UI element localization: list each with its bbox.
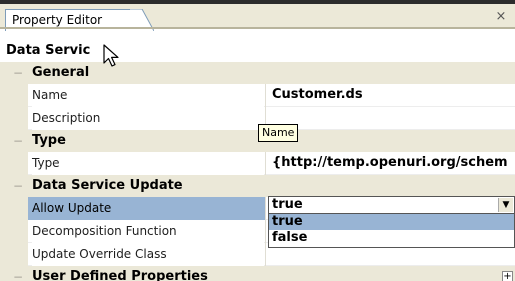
panel-title: Data Servic [0,41,515,63]
property-name: Allow Update [28,197,265,220]
collapse-icon[interactable]: − [13,62,23,84]
property-name: Update Override Class [32,243,264,266]
property-name: Name [32,84,264,107]
column-divider [265,84,266,107]
dropdown-option-true[interactable]: true [269,214,514,230]
property-name: Decomposition Function [32,220,264,243]
mouse-cursor-icon [103,44,119,67]
close-icon[interactable]: × [494,9,508,25]
category-label: User Defined Properties [32,269,208,281]
category-label: Type [32,133,66,148]
dropdown-arrow-icon[interactable]: ▼ [498,198,513,212]
tab-underline [0,27,515,29]
property-row-name[interactable]: Name Customer.ds [0,84,515,107]
property-grid: − General Name Customer.ds Description −… [0,62,515,281]
property-editor-panel: Property Editor × Data Servic − General … [0,0,515,281]
collapse-icon[interactable]: − [13,266,23,281]
row-gutter [0,152,28,175]
row-gutter [0,84,28,107]
category-label: General [32,65,90,80]
property-value[interactable]: {http://temp.openuri.org/schem [272,152,515,175]
row-gutter [0,197,28,220]
property-value[interactable] [272,107,515,130]
select-value: true [272,197,303,212]
column-divider [265,197,266,220]
category-data-service-update[interactable]: − Data Service Update [0,175,515,197]
row-gutter [0,107,28,130]
dropdown-list: true false [268,214,515,248]
property-name: Description [32,107,264,130]
tooltip: Name [258,124,299,142]
column-divider [265,220,266,243]
row-gutter [0,243,28,266]
collapse-icon[interactable]: − [13,130,23,152]
tab-strip: Property Editor × [0,0,515,31]
tab-label: Property Editor [12,13,103,27]
column-divider [265,152,266,175]
property-value[interactable]: Customer.ds [272,84,515,107]
column-divider [265,243,266,266]
collapse-icon[interactable]: − [13,175,23,197]
row-gutter [0,220,28,243]
category-general[interactable]: − General [0,62,515,84]
property-row-type[interactable]: Type {http://temp.openuri.org/schem [0,152,515,175]
category-user-defined-properties[interactable]: − User Defined Properties + [0,266,515,281]
dropdown-option-false[interactable]: false [269,230,514,246]
category-label: Data Service Update [32,178,183,193]
add-property-icon[interactable]: + [502,271,513,281]
allow-update-select[interactable]: true ▼ [268,196,515,214]
property-name: Type [32,152,264,175]
